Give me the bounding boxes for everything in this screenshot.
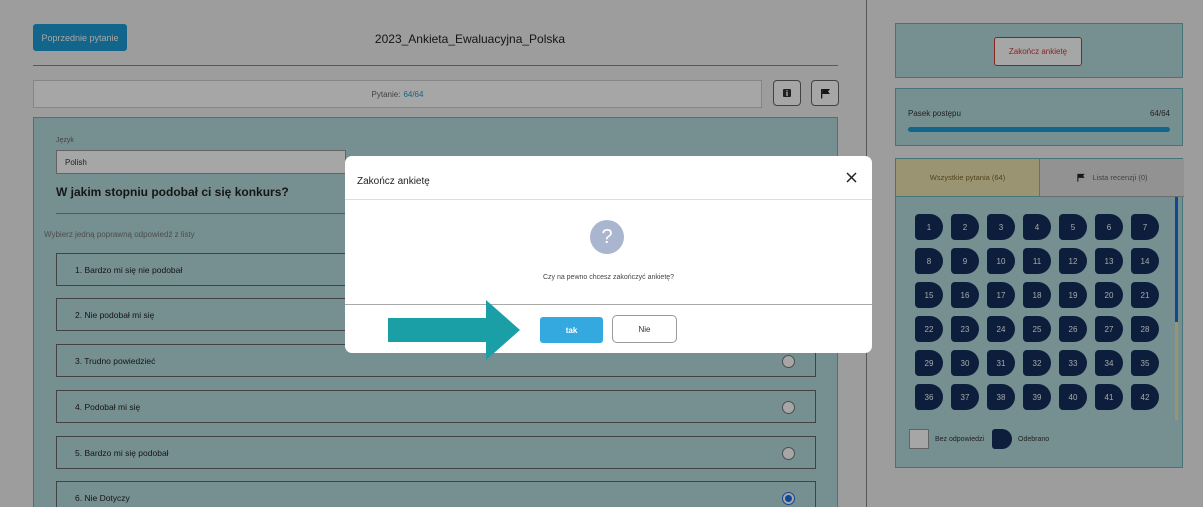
dialog-title: Zakończ ankietę <box>357 176 430 187</box>
dialog-title-wrap: Zakończ ankietę <box>357 176 657 190</box>
close-icon <box>845 171 857 183</box>
survey-page: Poprzednie pytanie 2023_Ankieta_Ewaluacy… <box>0 0 1203 507</box>
dialog-message: Czy na pewno chcesz zakończyć ankietę? <box>542 274 675 281</box>
dialog-header-divider <box>345 199 872 200</box>
confirm-button[interactable]: tak <box>540 317 603 343</box>
cancel-button[interactable]: Nie <box>612 315 677 343</box>
question-mark-icon: ? <box>590 220 624 254</box>
close-button[interactable] <box>844 170 858 184</box>
pointer-arrow-icon <box>388 300 520 360</box>
